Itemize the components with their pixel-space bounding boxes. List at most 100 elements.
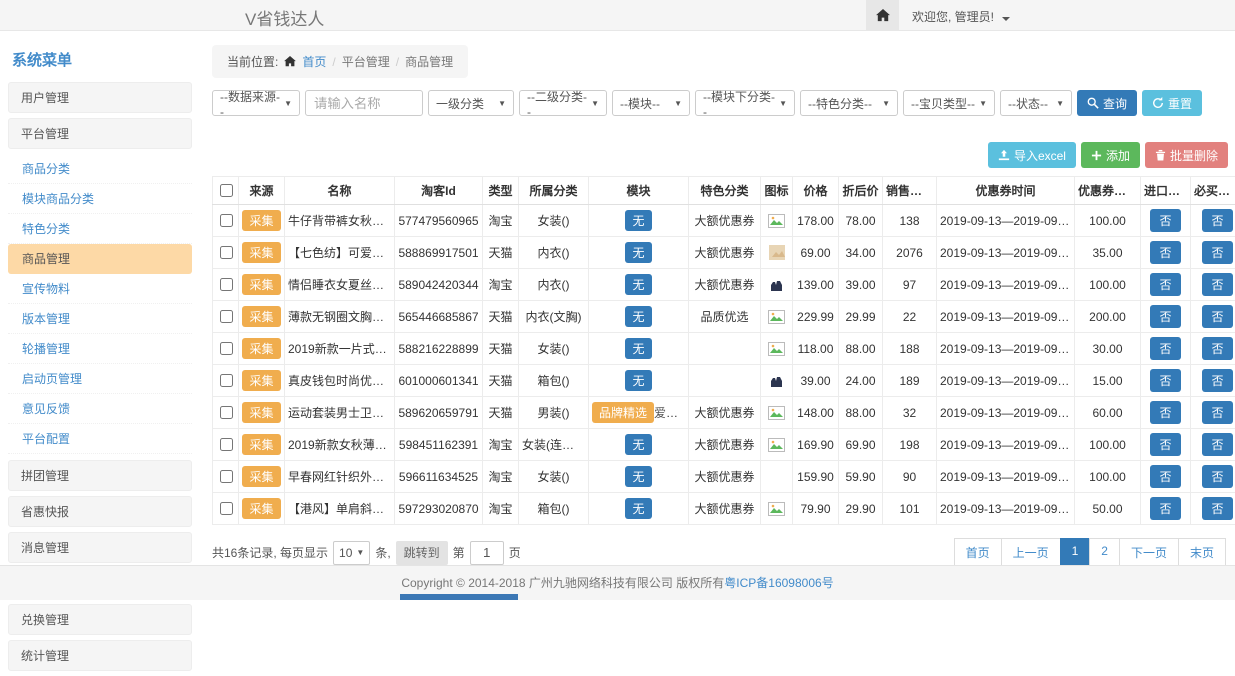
sidebar-subitem-link[interactable]: 平台配置: [8, 424, 192, 454]
must-buy-toggle[interactable]: 否: [1202, 369, 1232, 392]
cell-type: 天猫: [483, 301, 519, 333]
filter-select-module[interactable]: --模块--▼: [612, 90, 690, 116]
column-header: 类型: [483, 177, 519, 205]
sidebar-subitem-link[interactable]: 启动页管理: [8, 364, 192, 394]
row-checkbox[interactable]: [220, 246, 233, 259]
must-buy-toggle[interactable]: 否: [1202, 433, 1232, 456]
cell-checkbox[interactable]: [213, 365, 239, 397]
must-buy-toggle[interactable]: 否: [1202, 209, 1232, 232]
cell-checkbox[interactable]: [213, 333, 239, 365]
column-header-checkbox[interactable]: [213, 177, 239, 205]
filter-select-item-type[interactable]: --宝贝类型--▼: [903, 90, 995, 116]
cell-checkbox[interactable]: [213, 461, 239, 493]
sidebar-item[interactable]: 统计管理: [8, 640, 192, 671]
row-checkbox[interactable]: [220, 342, 233, 355]
import-select-toggle[interactable]: 否: [1150, 401, 1180, 424]
row-checkbox[interactable]: [220, 438, 233, 451]
add-button[interactable]: 添加: [1081, 142, 1140, 168]
filter-select-level2-category[interactable]: --二级分类--▼: [519, 90, 607, 116]
row-checkbox[interactable]: [220, 470, 233, 483]
import-select-toggle[interactable]: 否: [1150, 241, 1180, 264]
cell-checkbox[interactable]: [213, 269, 239, 301]
batch-delete-button[interactable]: 批量删除: [1145, 142, 1228, 168]
must-buy-toggle[interactable]: 否: [1202, 497, 1232, 520]
must-buy-toggle[interactable]: 否: [1202, 401, 1232, 424]
filter-select-module-subcategory[interactable]: --模块下分类--▼: [695, 90, 795, 116]
cell-checkbox[interactable]: [213, 429, 239, 461]
pager-button[interactable]: 上一页: [1001, 538, 1061, 567]
import-select-toggle[interactable]: 否: [1150, 273, 1180, 296]
must-buy-toggle[interactable]: 否: [1202, 241, 1232, 264]
home-button[interactable]: [866, 0, 899, 30]
page-size-select[interactable]: 10 ▼: [333, 541, 370, 565]
cell-import-select: 否: [1141, 365, 1191, 397]
search-button[interactable]: 查询: [1077, 90, 1137, 116]
must-buy-toggle[interactable]: 否: [1202, 305, 1232, 328]
row-checkbox[interactable]: [220, 374, 233, 387]
import-select-toggle[interactable]: 否: [1150, 369, 1180, 392]
pager-button[interactable]: 下一页: [1119, 538, 1179, 567]
breadcrumb-home-link[interactable]: 首页: [302, 53, 326, 70]
cell-type: 淘宝: [483, 205, 519, 237]
row-checkbox[interactable]: [220, 406, 233, 419]
cell-checkbox[interactable]: [213, 493, 239, 525]
sidebar-subitem-link[interactable]: 商品分类: [8, 154, 192, 184]
page-number-input[interactable]: [470, 541, 504, 565]
sidebar-item[interactable]: 兑换管理: [8, 604, 192, 635]
icp-link[interactable]: 粤ICP备16098006号: [724, 576, 833, 590]
row-checkbox[interactable]: [220, 278, 233, 291]
filter-select-status[interactable]: --状态--▼: [1000, 90, 1072, 116]
filter-select-level1-category[interactable]: 一级分类▼: [428, 90, 514, 116]
sidebar-item[interactable]: 消息管理: [8, 532, 192, 563]
cell-sales: 138: [883, 205, 937, 237]
import-select-toggle[interactable]: 否: [1150, 305, 1180, 328]
cell-sales: 22: [883, 301, 937, 333]
import-select-toggle[interactable]: 否: [1150, 497, 1180, 520]
name-search-input[interactable]: [305, 90, 423, 116]
sidebar-subitem-link[interactable]: 版本管理: [8, 304, 192, 334]
sidebar-item[interactable]: 拼团管理: [8, 460, 192, 491]
pager-button[interactable]: 1: [1060, 538, 1091, 567]
sidebar-subitem-link[interactable]: 轮播管理: [8, 334, 192, 364]
import-excel-button[interactable]: 导入excel: [988, 142, 1076, 168]
reset-button[interactable]: 重置: [1142, 90, 1202, 116]
user-menu[interactable]: 欢迎您, 管理员!: [912, 8, 1010, 25]
import-select-toggle[interactable]: 否: [1150, 337, 1180, 360]
import-select-toggle[interactable]: 否: [1150, 433, 1180, 456]
cell-taoke-id: 597293020870: [395, 493, 483, 525]
import-select-toggle[interactable]: 否: [1150, 209, 1180, 232]
pager-button[interactable]: 2: [1089, 538, 1120, 567]
row-checkbox[interactable]: [220, 310, 233, 323]
import-select-toggle[interactable]: 否: [1150, 465, 1180, 488]
sidebar-subitem-active[interactable]: 商品管理: [8, 244, 192, 274]
cell-checkbox[interactable]: [213, 397, 239, 429]
jump-to-button[interactable]: 跳转到: [396, 541, 448, 565]
sidebar-item[interactable]: 省惠快报: [8, 496, 192, 527]
sidebar-subitem-link[interactable]: 模块商品分类: [8, 184, 192, 214]
sidebar-item-platform-management[interactable]: 平台管理: [8, 118, 192, 149]
plus-icon: [1091, 150, 1102, 161]
pager-button[interactable]: 首页: [954, 538, 1002, 567]
cell-category: 内衣(): [519, 269, 589, 301]
cell-checkbox[interactable]: [213, 237, 239, 269]
cell-type: 淘宝: [483, 461, 519, 493]
pager-button[interactable]: 末页: [1178, 538, 1226, 567]
cell-coupon-time: 2019-09-13—2019-09-20: [937, 365, 1075, 397]
sidebar-item-user-management[interactable]: 用户管理: [8, 82, 192, 113]
cell-import-select: 否: [1141, 397, 1191, 429]
select-all-checkbox[interactable]: [220, 184, 233, 197]
filter-select-data-source[interactable]: --数据来源--▼: [212, 90, 300, 116]
must-buy-toggle[interactable]: 否: [1202, 337, 1232, 360]
cell-checkbox[interactable]: [213, 205, 239, 237]
sidebar-subitem-link[interactable]: 意见反馈: [8, 394, 192, 424]
filter-select-feature-category[interactable]: --特色分类--▼: [800, 90, 898, 116]
sidebar-subitem-link[interactable]: 宣传物料: [8, 274, 192, 304]
must-buy-toggle[interactable]: 否: [1202, 273, 1232, 296]
cell-import-select: 否: [1141, 461, 1191, 493]
must-buy-toggle[interactable]: 否: [1202, 465, 1232, 488]
row-checkbox[interactable]: [220, 214, 233, 227]
cell-checkbox[interactable]: [213, 301, 239, 333]
row-checkbox[interactable]: [220, 502, 233, 515]
sidebar-subitem-link[interactable]: 特色分类: [8, 214, 192, 244]
horizontal-scrollbar-thumb[interactable]: [400, 594, 518, 600]
